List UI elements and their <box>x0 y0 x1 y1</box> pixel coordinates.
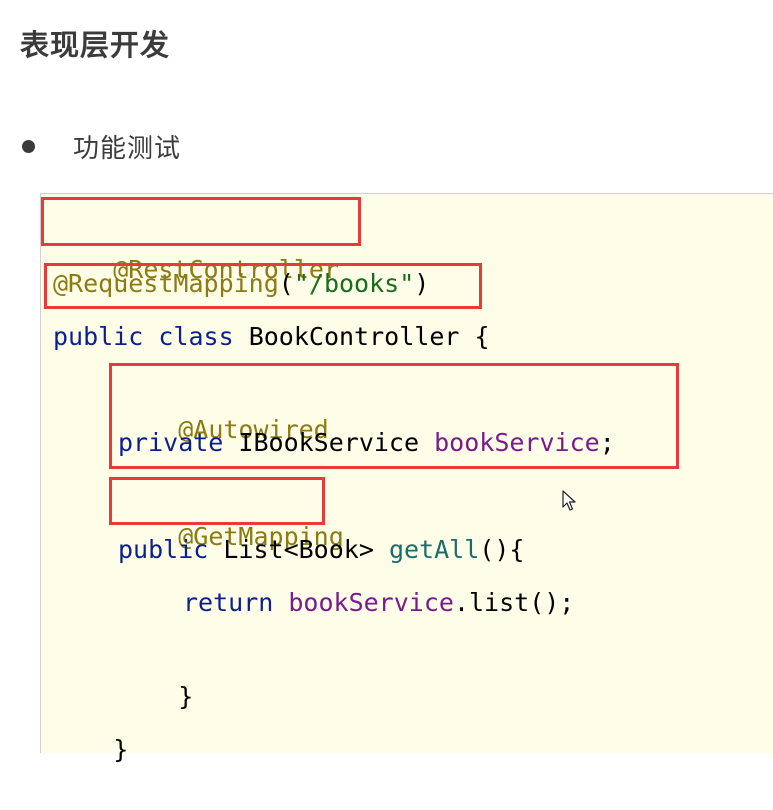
keyword-return: return <box>183 588 274 617</box>
keyword-public: public <box>53 322 144 351</box>
class-name: BookController { <box>248 322 490 351</box>
code-line-8: return bookService.list(); <box>183 583 574 623</box>
list-call: .list(); <box>453 588 575 617</box>
method-params: (){ <box>479 535 525 564</box>
code-line-10: } <box>53 690 128 764</box>
highlight-box-request-mapping <box>44 263 482 309</box>
highlight-box-autowired <box>109 363 679 469</box>
code-block: @RestController @RequestMapping("/books"… <box>40 193 773 764</box>
bullet-dot-icon <box>22 139 35 153</box>
code-line-9: } <box>118 637 193 711</box>
highlight-box-rest-controller <box>41 197 361 246</box>
bullet-item: 功能测试 <box>22 126 181 166</box>
class-close-brace: } <box>113 735 129 764</box>
mouse-pointer-icon <box>562 490 576 511</box>
method-close-brace: } <box>178 682 194 711</box>
code-line-7: public List<Book> getAll(){ <box>118 530 524 570</box>
service-field-ref: bookService <box>288 588 454 617</box>
page-title: 表现层开发 <box>20 28 171 62</box>
keyword-public: public <box>118 535 209 564</box>
method-name: getAll <box>388 535 480 564</box>
highlight-box-get-mapping <box>109 477 325 525</box>
code-line-3: public class BookController { <box>53 317 490 357</box>
keyword-class: class <box>158 322 234 351</box>
return-type: List<Book> <box>223 535 374 564</box>
bullet-text: 功能测试 <box>73 133 182 164</box>
